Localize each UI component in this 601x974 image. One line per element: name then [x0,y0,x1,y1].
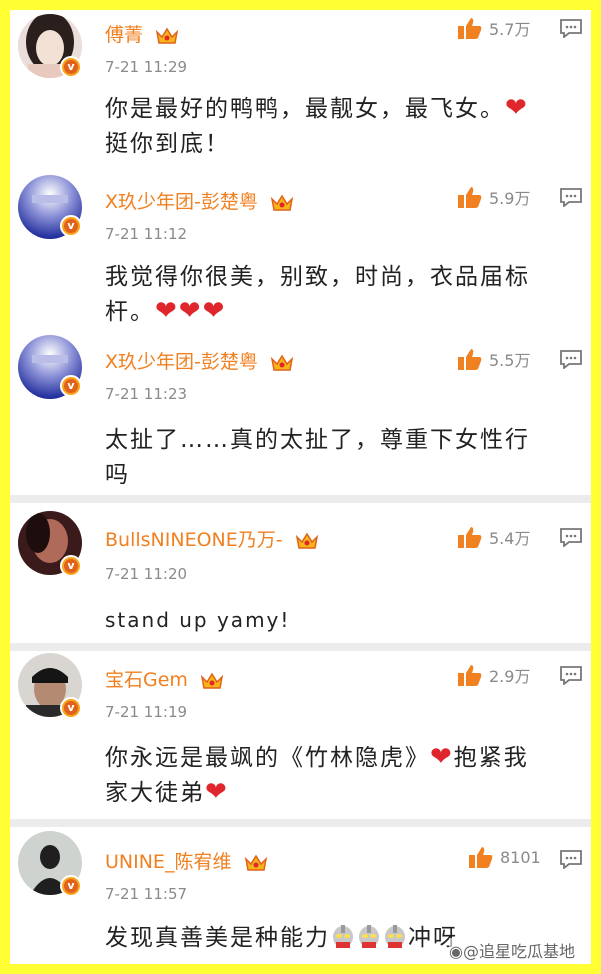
like-button[interactable]: 5.5万 [457,347,530,371]
comment-item: v BullsNINEONE乃万- 7-21 11:20 5.4万 stand … [10,503,591,643]
username[interactable]: 傅菁 [105,20,179,47]
watermark: ◉@追星吃瓜基地 [449,938,575,962]
thumbs-up-icon [458,18,482,39]
comment-text: stand up yamy! [105,608,291,632]
like-count: 5.4万 [489,529,531,548]
like-count: 5.9万 [489,189,531,208]
comment-item: v 宝石Gem 7-21 11:19 2.9万 你永远是最飒的《竹林隐虎》❤抱紧… [10,651,591,819]
divider [10,643,591,651]
timestamp: 7-21 11:20 [105,565,188,583]
thumbs-up-icon [458,187,482,208]
verified-badge-icon: v [60,375,82,397]
comment-text: 你是最好的鸭鸭，最靓女，最飞女。❤ 挺你到底！ [105,93,529,157]
comment-item: v X玖少年团-彭楚粤 7-21 11:12 5.9万 我觉得你很美，别致，时尚… [10,175,591,335]
reply-icon[interactable] [559,187,583,207]
username-text[interactable]: UNINE_陈宥维 [105,851,231,873]
like-count: 5.7万 [489,20,531,39]
heart-emoji-icon: ❤ [430,742,454,772]
username[interactable]: X玖少年团-彭楚粤 [105,347,294,374]
ultraman-emoji-icon [359,925,379,948]
comment-item: v 傅菁 7-21 11:29 5.7万 你是最好的鸭鸭，最靓女，最飞女。❤ 挺… [10,10,591,175]
like-count: 8101 [500,847,541,867]
username[interactable]: BullsNINEONE乃万- [105,525,319,552]
username[interactable]: 宝石Gem [105,665,224,692]
divider [10,819,591,827]
like-button[interactable]: 2.9万 [457,663,530,687]
reply-icon[interactable] [559,527,583,547]
crown-icon [155,27,179,44]
crown-icon [270,194,294,211]
thumbs-up-icon [469,847,493,868]
username-text[interactable]: 傅菁 [105,24,143,46]
verified-badge-icon: v [60,215,82,237]
like-count: 5.5万 [489,351,531,370]
verified-badge-icon: v [60,56,82,78]
heart-emoji-icon: ❤ [205,777,229,807]
timestamp: 7-21 11:19 [105,703,188,721]
ultraman-emoji-icon [333,925,353,948]
verified-badge-icon: v [60,555,82,577]
username[interactable]: UNINE_陈宥维 [105,847,268,874]
comment-item: v X玖少年团-彭楚粤 7-21 11:23 5.5万 太扯了……真的太扯了，尊… [10,335,591,495]
comment-text: 太扯了……真的太扯了，尊重下女性行 吗 [105,427,530,488]
timestamp: 7-21 11:29 [105,58,188,76]
reply-icon[interactable] [559,349,583,369]
username-text[interactable]: BullsNINEONE乃万- [105,529,283,551]
verified-badge-icon: v [60,875,82,897]
weibo-icon: ◉ [449,942,463,961]
username[interactable]: X玖少年团-彭楚粤 [105,187,294,214]
username-text[interactable]: X玖少年团-彭楚粤 [105,191,258,213]
crown-icon [270,354,294,371]
comment-text: 我觉得你很美，别致，时尚，衣品届标 杆。❤❤❤ [105,264,530,326]
username-text[interactable]: X玖少年团-彭楚粤 [105,351,258,373]
like-count: 2.9万 [489,667,531,686]
timestamp: 7-21 11:23 [105,385,188,403]
timestamp: 7-21 11:12 [105,225,188,243]
like-button[interactable]: 5.4万 [457,525,530,549]
ultraman-emoji-icon [385,925,405,948]
reply-icon[interactable] [559,849,583,869]
reply-icon[interactable] [559,18,583,38]
thumbs-up-icon [458,349,482,370]
heart-emoji-icon: ❤ [505,93,529,123]
like-button[interactable]: 8101 [468,845,541,869]
like-button[interactable]: 5.7万 [457,16,530,40]
timestamp: 7-21 11:57 [105,885,188,903]
divider [10,495,591,503]
like-button[interactable]: 5.9万 [457,185,530,209]
crown-icon [244,854,267,871]
thumbs-up-icon [458,527,482,548]
thumbs-up-icon [458,665,482,686]
verified-badge-icon: v [60,697,82,719]
crown-icon [200,672,224,689]
crown-icon [295,532,318,549]
username-text[interactable]: 宝石Gem [105,669,188,691]
comment-text: 你永远是最飒的《竹林隐虎》❤抱紧我 家大徒弟❤ [105,742,529,807]
heart-emoji-icon: ❤❤❤ [155,296,227,326]
comment-list: v 傅菁 7-21 11:29 5.7万 你是最好的鸭鸭，最靓女，最飞女。❤ 挺… [10,10,591,964]
reply-icon[interactable] [559,665,583,685]
